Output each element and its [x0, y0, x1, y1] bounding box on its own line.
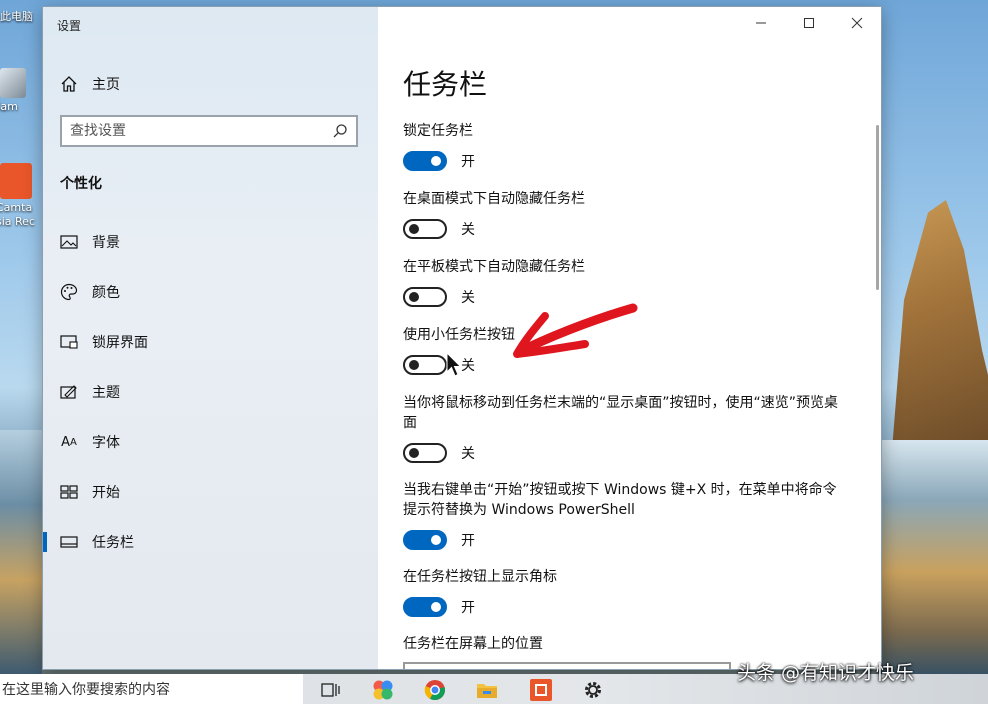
toggle-state-text: 开 [461, 154, 475, 170]
lock-taskbar-toggle[interactable] [403, 151, 447, 171]
desktop-wallpaper-rock [892, 200, 988, 450]
setting-small-buttons: 使用小任务栏按钮 关 [403, 325, 853, 377]
watermark-text: 头条 @有知识才快乐 [737, 662, 915, 684]
toggle-state-text: 关 [461, 222, 475, 238]
desktop-icon-camtasia[interactable]: Camtasia Recorder [0, 163, 40, 229]
sidebar-item-label: 颜色 [92, 285, 120, 301]
font-icon-glyph: A [61, 434, 71, 450]
mouse-cursor-icon [446, 352, 462, 377]
minimize-button[interactable] [737, 7, 785, 39]
toggle-state-text: 关 [461, 446, 475, 462]
settings-content: 任务栏 锁定任务栏 开 在桌面模式下自动隐藏任务栏 关 在平板模式下自动隐藏任务… [378, 7, 881, 669]
window-title: 设置 [57, 19, 82, 33]
gear-icon[interactable] [582, 679, 604, 701]
minimize-icon [756, 22, 766, 24]
taskbar-search-text: 在这里输入你要搜索的内容 [2, 682, 170, 698]
sidebar-item-taskbar[interactable]: 任务栏 [43, 517, 378, 567]
setting-lock-taskbar: 锁定任务栏 开 [403, 121, 853, 173]
toggle-state-text: 开 [461, 533, 475, 549]
sidebar-item-themes[interactable]: 主题 [43, 367, 378, 417]
sidebar-item-label: 字体 [92, 435, 120, 451]
start-icon [60, 483, 78, 501]
camtasia-taskbar-icon[interactable] [530, 679, 552, 701]
taskbar-position-dropdown[interactable] [403, 662, 731, 669]
powershell-toggle[interactable] [403, 530, 447, 550]
page-title: 任务栏 [403, 68, 488, 101]
desktop-wallpaper-sea-left [0, 430, 42, 680]
setting-label: 锁定任务栏 [403, 123, 473, 139]
image-icon [60, 233, 78, 251]
autohide-tablet-toggle[interactable] [403, 287, 447, 307]
setting-label: 当你将鼠标移动到任务栏末端的“显示桌面”按钮时，使用“速览”预览桌面 [403, 395, 839, 431]
small-buttons-toggle[interactable] [403, 355, 447, 375]
badges-toggle[interactable] [403, 597, 447, 617]
sidebar-item-label: 任务栏 [92, 535, 134, 551]
settings-sidebar: 设置 主页 个性化 背景 [43, 7, 378, 669]
setting-powershell: 当我右键单击“开始”按钮或按下 Windows 键+X 时，在菜单中将命令提示符… [403, 480, 848, 552]
sidebar-item-lock-screen[interactable]: 锁屏界面 [43, 317, 378, 367]
settings-search-input[interactable] [62, 122, 332, 140]
desktop-icon-ocam[interactable]: oCam [0, 68, 40, 114]
setting-label: 任务栏在屏幕上的位置 [403, 636, 543, 652]
desktop-icon-label: 此电脑 [0, 10, 33, 23]
lock-screen-icon [60, 333, 78, 351]
content-scrollbar[interactable] [876, 125, 879, 290]
font-icon: AA [61, 434, 77, 450]
taskbar-search-box[interactable]: 在这里输入你要搜索的内容 [0, 674, 303, 704]
pinwheel-app-icon[interactable] [372, 679, 394, 701]
setting-peek: 当你将鼠标移动到任务栏末端的“显示桌面”按钮时，使用“速览”预览桌面 关 [403, 393, 843, 465]
maximize-icon [804, 18, 814, 28]
theme-icon [60, 383, 78, 401]
toggle-state-text: 关 [461, 358, 475, 374]
settings-window: 设置 主页 个性化 背景 [43, 7, 881, 669]
desktop-icon-label: Camtasia Recorder [0, 201, 35, 228]
sidebar-item-label: 锁屏界面 [92, 335, 148, 351]
peek-toggle[interactable] [403, 443, 447, 463]
setting-label: 使用小任务栏按钮 [403, 327, 515, 343]
setting-label: 在平板模式下自动隐藏任务栏 [403, 259, 585, 275]
setting-taskbar-position: 任务栏在屏幕上的位置 [403, 634, 853, 654]
setting-label: 在任务栏按钮上显示角标 [403, 569, 557, 585]
sidebar-item-label: 主题 [92, 385, 120, 401]
setting-badges: 在任务栏按钮上显示角标 开 [403, 567, 853, 619]
setting-label: 在桌面模式下自动隐藏任务栏 [403, 191, 585, 207]
desktop-icon-this-pc[interactable]: 此电脑 [0, 0, 40, 24]
maximize-button[interactable] [785, 7, 833, 39]
sidebar-item-fonts[interactable]: AA 字体 [43, 417, 378, 467]
camtasia-icon [0, 163, 32, 199]
toggle-state-text: 开 [461, 600, 475, 616]
search-icon[interactable] [332, 123, 348, 139]
taskbar-icon [60, 533, 78, 551]
task-view-icon[interactable] [320, 679, 342, 701]
setting-label: 当我右键单击“开始”按钮或按下 Windows 键+X 时，在菜单中将命令提示符… [403, 482, 837, 518]
setting-autohide-tablet: 在平板模式下自动隐藏任务栏 关 [403, 257, 853, 309]
sidebar-item-start[interactable]: 开始 [43, 467, 378, 517]
sidebar-item-colors[interactable]: 颜色 [43, 267, 378, 317]
autohide-desktop-toggle[interactable] [403, 219, 447, 239]
sidebar-item-background[interactable]: 背景 [43, 217, 378, 267]
nav-home-label: 主页 [92, 77, 120, 93]
sidebar-item-label: 开始 [92, 485, 120, 501]
close-icon [851, 17, 863, 29]
nav-home[interactable]: 主页 [60, 73, 120, 95]
desktop-wallpaper-sea [880, 440, 988, 680]
personalization-nav: 背景 颜色 锁屏界面 主题 A A 字体 开始 任务栏 [43, 217, 378, 567]
ocam-icon [0, 68, 26, 98]
home-icon [61, 76, 77, 92]
window-controls [737, 7, 881, 39]
section-title: 个性化 [60, 176, 102, 192]
palette-icon [60, 283, 78, 301]
chrome-icon[interactable] [424, 679, 446, 701]
setting-autohide-desktop: 在桌面模式下自动隐藏任务栏 关 [403, 189, 853, 241]
settings-search-box[interactable] [60, 115, 358, 147]
desktop-icon-label: oCam [0, 100, 18, 113]
close-button[interactable] [833, 7, 881, 39]
sidebar-item-label: 背景 [92, 235, 120, 251]
toggle-state-text: 关 [461, 290, 475, 306]
file-explorer-icon[interactable] [476, 679, 498, 701]
